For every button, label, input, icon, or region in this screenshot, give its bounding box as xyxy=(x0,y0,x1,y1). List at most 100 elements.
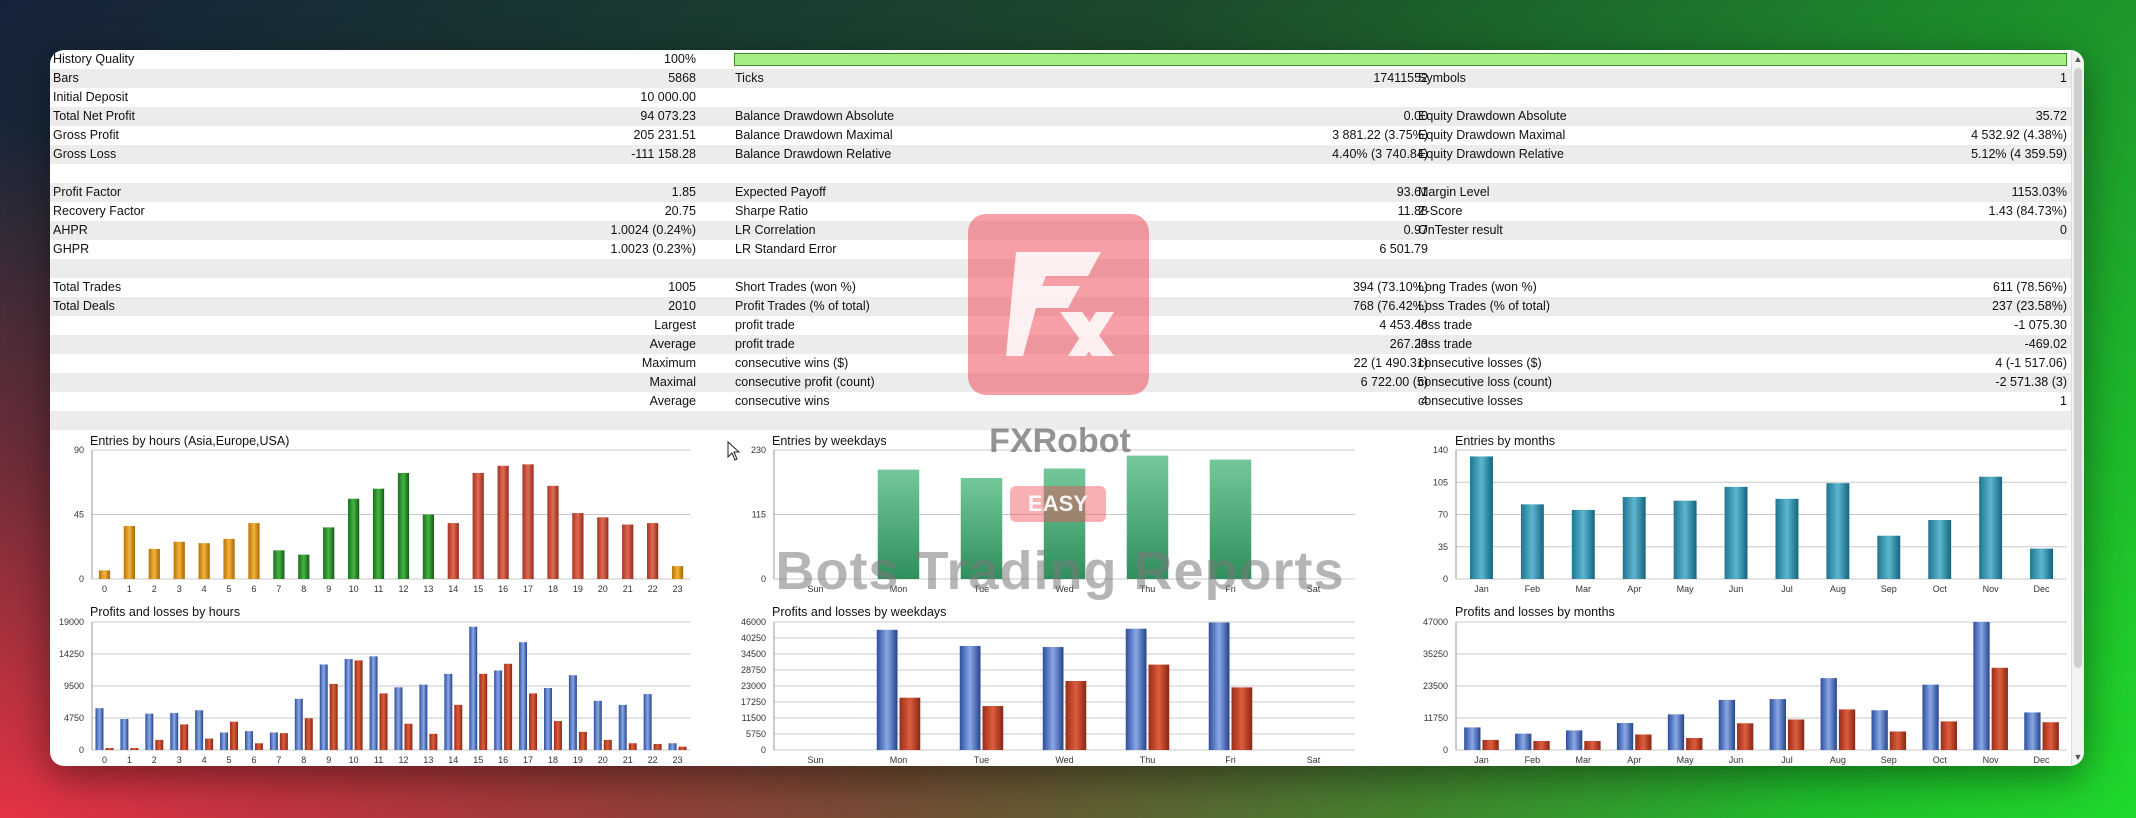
chart-3-xtick-label: 0 xyxy=(102,755,107,765)
chart-3-xtick-label: 11 xyxy=(374,755,383,765)
chart-3-profit-bar xyxy=(668,743,677,750)
chart-3-xtick-label: 16 xyxy=(498,755,508,765)
chart-0-bar xyxy=(223,538,235,579)
chart-0-xtick-label: 5 xyxy=(227,584,232,594)
chart-0-bar xyxy=(671,566,684,579)
chart-4-loss-bar xyxy=(982,706,1004,750)
chart-2-ytick-label: 105 xyxy=(1433,477,1448,487)
chart-3-loss-bar xyxy=(180,724,189,750)
chart-4-xtick-label: Sat xyxy=(1307,755,1321,765)
chart-2-bar xyxy=(1826,483,1850,579)
chart-3-xtick-label: 3 xyxy=(177,755,182,765)
chart-2-ytick-label: 0 xyxy=(1443,574,1448,584)
chart-0-bar xyxy=(472,472,484,579)
chart-5-profit-bar xyxy=(1464,727,1481,750)
chart-3-loss-bar xyxy=(504,663,513,750)
chart-2-xtick-label: Mar xyxy=(1576,584,1592,594)
chart-2-xtick-label: Oct xyxy=(1933,584,1948,594)
chart-5-xtick-label: Sep xyxy=(1881,755,1897,765)
chart-3-xtick-label: 20 xyxy=(598,755,608,765)
chart-2-xtick-label: Apr xyxy=(1627,584,1641,594)
chart-1-ytick-label: 0 xyxy=(761,574,766,584)
chart-0-xtick-label: 22 xyxy=(648,584,658,594)
chart-5-profit-bar xyxy=(1769,699,1786,750)
chart-3-loss-bar xyxy=(628,743,637,750)
chart-0-xtick-label: 21 xyxy=(623,584,633,594)
chart-3-profit-bar xyxy=(145,713,154,750)
chart-3-loss-bar xyxy=(553,721,562,750)
chart-3-xtick-label: 23 xyxy=(673,755,683,765)
chart-4-ytick-label: 17250 xyxy=(741,697,766,707)
chart-4-profit-bar xyxy=(1042,647,1064,750)
chart-1-xtick-label: Wed xyxy=(1055,584,1073,594)
chart-4-profit-bar xyxy=(1208,622,1230,750)
chart-4-ytick-label: 34500 xyxy=(741,649,766,659)
chart-5-xtick-label: Jul xyxy=(1781,755,1793,765)
chart-0-bar xyxy=(248,523,260,579)
chart-0-bar xyxy=(323,527,335,579)
chart-5-xtick-label: May xyxy=(1677,755,1695,765)
chart-3-xtick-label: 17 xyxy=(523,755,533,765)
chart-0-ytick-label: 45 xyxy=(74,510,84,520)
chart-2-ytick-label: 35 xyxy=(1438,542,1448,552)
chart-4-loss-bar xyxy=(1065,680,1087,750)
chart-3-profit-bar xyxy=(543,688,552,750)
chart-3-loss-bar xyxy=(105,747,114,750)
chart-5-xtick-label: Dec xyxy=(2034,755,2051,765)
chart-3-loss-bar xyxy=(429,733,438,750)
chart-3-profit-bar xyxy=(394,687,403,750)
chart-3-ytick-label: 0 xyxy=(79,745,84,755)
chart-3-profit-bar xyxy=(344,659,353,750)
scroll-down-icon[interactable]: ▼ xyxy=(2072,750,2084,764)
chart-3-loss-bar xyxy=(379,693,388,750)
chart-5-profit-bar xyxy=(1973,622,1990,750)
chart-5-xtick-label: Nov xyxy=(1983,755,2000,765)
chart-3-ytick-label: 19000 xyxy=(59,617,84,627)
chart-4-ytick-label: 11500 xyxy=(742,713,766,723)
chart-1-xtick-label: Mon xyxy=(890,584,908,594)
chart-0-xtick-label: 18 xyxy=(548,584,558,594)
chart-3-profit-bar xyxy=(568,675,577,750)
chart-3-loss-bar xyxy=(205,738,214,750)
chart-0-bar xyxy=(547,485,559,579)
chart-0-xtick-label: 11 xyxy=(374,584,383,594)
chart-5-profit-bar xyxy=(1565,730,1583,750)
chart-0-bar xyxy=(622,524,634,579)
chart-2-bar xyxy=(1571,509,1595,579)
chart-5-loss-bar xyxy=(1991,667,2008,750)
chart-0-xtick-label: 7 xyxy=(276,584,281,594)
chart-0-xtick-label: 1 xyxy=(127,584,132,594)
chart-4-xtick-label: Wed xyxy=(1055,755,1073,765)
chart-0-bar xyxy=(198,543,210,579)
chart-2-xtick-label: Sep xyxy=(1881,584,1897,594)
chart-3-xtick-label: 18 xyxy=(548,755,558,765)
chart-4-ytick-label: 5750 xyxy=(746,729,766,739)
chart-5-profit-bar xyxy=(1871,710,1888,750)
chart-3-xtick-label: 7 xyxy=(276,755,281,765)
scroll-up-icon[interactable]: ▲ xyxy=(2072,52,2084,66)
chart-3-profit-bar xyxy=(170,712,179,750)
chart-5-profit-bar xyxy=(1667,714,1685,750)
chart-2-bar xyxy=(1775,498,1799,579)
chart-5-profit-bar xyxy=(1718,699,1736,750)
chart-3-loss-bar xyxy=(354,660,363,750)
chart-3-profit-bar xyxy=(95,708,104,750)
chart-0-bar xyxy=(422,514,434,579)
chart-2-bar xyxy=(1673,500,1697,579)
chart-5-loss-bar xyxy=(1737,723,1754,750)
chart-4-ytick-label: 40250 xyxy=(741,633,766,643)
chart-0-xtick-label: 8 xyxy=(301,584,306,594)
chart-0-xtick-label: 20 xyxy=(598,584,608,594)
chart-3-loss-bar xyxy=(653,743,662,750)
chart-0-xtick-label: 10 xyxy=(349,584,359,594)
chart-1-xtick-label: Fri xyxy=(1225,584,1236,594)
chart-3-loss-bar xyxy=(130,747,139,750)
chart-1-bar xyxy=(1126,455,1169,579)
chart-0-xtick-label: 0 xyxy=(102,584,107,594)
scrollbar-thumb[interactable] xyxy=(2074,68,2082,668)
chart-2-xtick-label: Jun xyxy=(1729,584,1744,594)
vertical-scrollbar[interactable]: ▲ ▼ xyxy=(2071,50,2084,766)
chart-5-xtick-label: Jun xyxy=(1729,755,1744,765)
chart-3-xtick-label: 9 xyxy=(326,755,331,765)
chart-1-bar xyxy=(877,469,920,579)
